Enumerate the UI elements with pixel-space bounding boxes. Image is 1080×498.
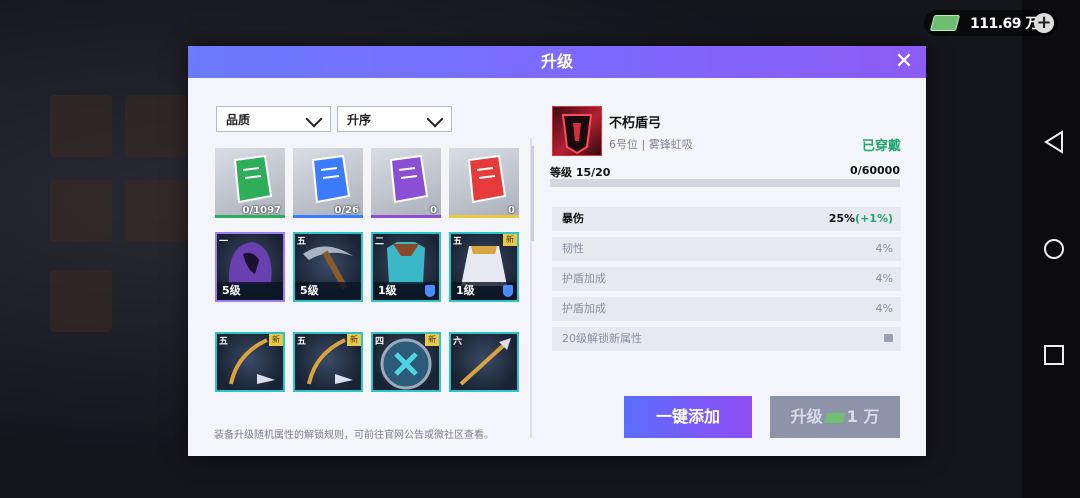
material-book-purple[interactable]: 0 — [371, 148, 441, 218]
material-book-green[interactable]: 0/1097 — [215, 148, 285, 218]
grade-label: 六 — [453, 337, 463, 347]
chevron-down-icon — [426, 110, 444, 128]
grade-label: 一 — [219, 237, 229, 247]
chevron-down-icon — [305, 110, 323, 128]
gear-item-spear-bow[interactable]: 六 — [449, 332, 519, 392]
stat-name: 护盾加成 — [562, 272, 606, 285]
sort-order-dropdown[interactable]: 升序 — [337, 106, 452, 132]
gear-item-pickaxe[interactable]: 五 5级 — [293, 232, 363, 302]
add-currency-button[interactable]: + — [1034, 13, 1054, 33]
quality-filter-label: 品质 — [226, 113, 251, 127]
gear-level: 5级 — [217, 282, 283, 300]
stat-value-number: 25% — [828, 212, 856, 225]
gear-item-hood[interactable]: 一 5级 — [215, 232, 285, 302]
stat-value: 4% — [875, 272, 893, 285]
upgrade-label: 升级 — [790, 407, 823, 426]
background-item-tile — [125, 180, 187, 242]
grade-label: 五 — [453, 237, 463, 247]
close-icon[interactable]: ✕ — [892, 46, 916, 78]
new-tag: 新 — [269, 334, 283, 346]
exp-value: 0/60000 — [850, 164, 900, 177]
gear-item-cape[interactable]: 五 新 1级 — [449, 232, 519, 302]
dialog-titlebar: 升级 ✕ — [188, 46, 926, 78]
stat-name: 韧性 — [562, 242, 584, 255]
background-item-tile — [50, 95, 112, 157]
level-label: 等级 15/20 — [550, 166, 611, 179]
item-portrait — [552, 106, 602, 156]
quality-filter-dropdown[interactable]: 品质 — [216, 106, 331, 132]
material-book-blue[interactable]: 0/26 — [293, 148, 363, 218]
grade-label: 五 — [297, 237, 307, 247]
stat-row-locked: 20级解锁新属性 — [552, 327, 901, 351]
new-tag: 新 — [347, 334, 361, 346]
gear-level: 5级 — [295, 282, 361, 300]
upgrade-button[interactable]: 升级 1 万 — [770, 396, 900, 438]
upgrade-cost: 1 万 — [846, 407, 880, 426]
upgrade-dialog: 升级 ✕ 品质 升序 0/1097 0/26 0 0 一 5级 五 5级 二 1… — [188, 46, 926, 456]
auto-add-button[interactable]: 一键添加 — [624, 396, 752, 438]
rarity-bar — [215, 215, 285, 218]
new-tag: 新 — [503, 234, 517, 246]
rarity-bar — [371, 215, 441, 218]
shield-bow-icon — [561, 114, 593, 155]
gear-item-shield[interactable]: 四 新 — [371, 332, 441, 392]
currency-display: 111.69 万 + — [924, 10, 1058, 36]
level-row: 等级 15/20 0/60000 — [550, 164, 900, 180]
dialog-title: 升级 — [540, 52, 573, 71]
stat-name: 护盾加成 — [562, 302, 606, 315]
stat-value: 4% — [875, 302, 893, 315]
new-tag: 新 — [425, 334, 439, 346]
item-name: 不朽盾弓 — [609, 116, 662, 131]
stat-row-crit-damage: 暴伤 25%(+1%) — [552, 207, 901, 231]
upgrade-rules-note: 装备升级随机属性的解锁规则，可前往官网公告或微社区查看。 — [214, 430, 494, 441]
recents-nav-icon[interactable] — [1043, 343, 1065, 367]
gear-item-armor[interactable]: 二 1级 — [371, 232, 441, 302]
back-nav-icon[interactable] — [1043, 130, 1065, 154]
currency-amount: 111.69 万 — [970, 16, 1039, 32]
stat-value: 4% — [875, 242, 893, 255]
grade-label: 五 — [219, 337, 229, 347]
rarity-bar — [449, 215, 519, 218]
grade-label: 四 — [375, 337, 385, 347]
background-item-tile — [50, 270, 112, 332]
grade-label: 二 — [375, 237, 385, 247]
sort-order-label: 升序 — [347, 113, 372, 127]
lock-icon — [884, 334, 893, 342]
rarity-bar — [293, 215, 363, 218]
gear-item-bow[interactable]: 五 新 — [215, 332, 285, 392]
stat-value: 25%(+1%) — [829, 207, 893, 231]
background-item-tile — [125, 95, 187, 157]
cash-icon — [929, 15, 961, 31]
item-slot-info: 6号位 | 雾锋虹吸 — [609, 138, 693, 151]
stat-name: 暴伤 — [562, 212, 584, 225]
stat-row-shield-bonus: 护盾加成 4% — [552, 297, 901, 321]
home-nav-icon[interactable] — [1043, 237, 1065, 261]
stat-bonus: (+1%) — [855, 212, 893, 225]
shield-badge-icon — [503, 285, 513, 297]
material-book-red[interactable]: 0 — [449, 148, 519, 218]
gear-item-bow[interactable]: 五 新 — [293, 332, 363, 392]
cash-icon — [824, 412, 845, 423]
background-item-tile — [50, 180, 112, 242]
stat-row-tenacity: 韧性 4% — [552, 237, 901, 261]
stat-row-shield-bonus: 护盾加成 4% — [552, 267, 901, 291]
item-list-scrollbar[interactable] — [531, 146, 534, 241]
exp-progress-bar — [550, 179, 900, 187]
grade-label: 五 — [297, 337, 307, 347]
stat-name: 20级解锁新属性 — [562, 332, 642, 345]
shield-badge-icon — [425, 285, 435, 297]
equipped-status: 已穿戴 — [862, 139, 902, 154]
